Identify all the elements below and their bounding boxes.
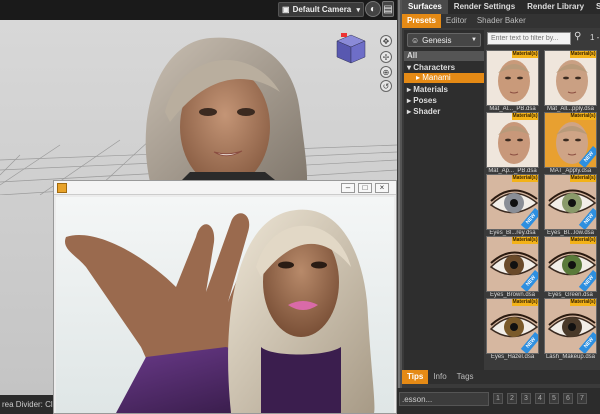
chevron-down-icon: ▾ — [356, 6, 360, 14]
preset-thumbnail[interactable]: Material(s) Mat_Ap..._PB.dsa — [486, 112, 539, 176]
lesson-select[interactable]: .esson... — [399, 392, 489, 406]
close-button[interactable]: × — [375, 183, 389, 193]
preset-thumbnail[interactable]: Material(s) NEW Eyes_Green.dsa — [544, 236, 597, 300]
material-badge: Material(s) — [512, 237, 538, 244]
maximize-button[interactable]: □ — [358, 183, 372, 193]
aux-window-titlebar[interactable]: – □ × — [54, 181, 396, 195]
figure-select[interactable]: ☺ Genesis ▼ — [407, 33, 481, 47]
tab-scene[interactable]: Scene — [590, 0, 600, 14]
camera-select[interactable]: ▣ Default Camera ▾ — [278, 2, 364, 17]
reset-view-icon[interactable]: ↺ — [380, 80, 392, 92]
view-cube[interactable] — [333, 33, 367, 65]
preset-thumbnail-image: Material(s) NEW — [486, 236, 539, 292]
preset-thumbnail[interactable]: Material(s) NEW Eyes_Bl...rey.dsa — [486, 174, 539, 238]
camera-label: Default Camera — [292, 5, 352, 14]
preset-thumbnail-image: Material(s) NEW — [544, 298, 597, 354]
bottom-tabs: Tips Info Tags — [402, 370, 600, 384]
zoom-icon[interactable]: ⊕ — [380, 66, 392, 78]
preset-thumbnail-image: Material(s) NEW — [486, 298, 539, 354]
preset-thumbnail-image: Material(s) NEW — [486, 174, 539, 230]
subtab-presets[interactable]: Presets — [402, 14, 441, 28]
lesson-step-button[interactable]: 3 — [521, 393, 531, 404]
pane-tabs: Surfaces Render Settings Render Library … — [402, 0, 600, 14]
preset-thumbnail-image: Material(s) — [544, 50, 597, 106]
preset-thumbnail-image: Material(s) — [486, 50, 539, 106]
subtab-editor[interactable]: Editor — [441, 14, 472, 28]
lesson-step-button[interactable]: 4 — [535, 393, 545, 404]
preset-label: Eyes_Hazel.dsa — [490, 354, 535, 360]
chevron-down-icon: ▼ — [471, 37, 477, 43]
figure-select-label: Genesis — [422, 35, 452, 45]
app-icon — [57, 183, 67, 193]
tab-surfaces[interactable]: Surfaces — [402, 0, 448, 14]
draw-style-icon[interactable]: ◐ — [365, 1, 381, 17]
tab-render-settings[interactable]: Render Settings — [448, 0, 521, 14]
preset-thumbnail[interactable]: Material(s) Mat_Al..._PB.dsa — [486, 50, 539, 114]
preset-label: Lash_Makeup.dsa — [545, 354, 596, 360]
filter-input[interactable] — [487, 32, 571, 45]
tab-tags[interactable]: Tags — [452, 370, 479, 384]
material-badge: Material(s) — [570, 299, 596, 306]
tab-tips[interactable]: Tips — [402, 370, 429, 384]
material-badge: Material(s) — [570, 237, 596, 244]
pan-icon[interactable]: ✢ — [380, 51, 392, 63]
category-tree: ☺ Genesis ▼ All ▾ Characters ▸ Manami ▸ … — [404, 30, 484, 370]
render-image — [56, 197, 394, 413]
lesson-strip: .esson... 1234567 — [397, 388, 600, 414]
preset-thumbnail[interactable]: Material(s) NEW MAT_Apply.dsa — [544, 112, 597, 176]
surfaces-pane: Surfaces Render Settings Render Library … — [400, 0, 600, 388]
preset-thumbnail[interactable]: Material(s) Mat_All...pply.dsa — [544, 50, 597, 114]
sub-tabs: Presets Editor Shader Baker — [402, 14, 600, 28]
preset-thumbnail-image: Material(s) NEW — [544, 112, 597, 168]
material-badge: Material(s) — [512, 113, 538, 120]
tree-item-shader[interactable]: ▸ Shader — [404, 107, 484, 117]
aux-render-window[interactable]: – □ × — [53, 180, 397, 414]
preset-thumbnail[interactable]: Material(s) NEW Eyes_Hazel.dsa — [486, 298, 539, 362]
camera-icon: ▣ — [282, 5, 290, 14]
page-indicator: 1 - — [590, 33, 600, 42]
status-text: rea Divider: Click and drag to resize — [2, 400, 53, 409]
status-bar: rea Divider: Click and drag to resize — [0, 395, 53, 414]
preset-thumbnail[interactable]: Material(s) NEW Eyes_Brown.dsa — [486, 236, 539, 300]
tree-item-characters[interactable]: ▾ Characters — [404, 63, 484, 73]
preset-thumbnail-image: Material(s) NEW — [544, 174, 597, 230]
tree-item-manami[interactable]: ▸ Manami — [404, 73, 484, 83]
lesson-step-button[interactable]: 2 — [507, 393, 517, 404]
lesson-step-button[interactable]: 5 — [549, 393, 559, 404]
search-icon[interactable]: ⚲ — [574, 32, 586, 44]
tab-info[interactable]: Info — [428, 370, 451, 384]
viewport-options-icon[interactable]: ▤ — [382, 1, 394, 17]
app-window: ▣ Default Camera ▾ ◐ ▤ ✥ ✢ ⊕ ↺ – □ × rea… — [0, 0, 600, 414]
material-badge: Material(s) — [570, 51, 596, 58]
material-badge: Material(s) — [512, 299, 538, 306]
minimize-button[interactable]: – — [341, 183, 355, 193]
preset-thumbnail[interactable]: Material(s) NEW Eyes_Bl...low.dsa — [544, 174, 597, 238]
lesson-step-button[interactable]: 7 — [577, 393, 587, 404]
material-badge: Material(s) — [512, 51, 538, 58]
tree-item-all[interactable]: All — [404, 51, 484, 61]
lesson-step-button[interactable]: 6 — [563, 393, 573, 404]
material-badge: Material(s) — [512, 175, 538, 182]
preset-thumbnail-image: Material(s) NEW — [544, 236, 597, 292]
material-badge: Material(s) — [570, 175, 596, 182]
tab-render-library[interactable]: Render Library — [521, 0, 590, 14]
preset-thumbnail[interactable]: Material(s) NEW Lash_Makeup.dsa — [544, 298, 597, 362]
tree-item-poses[interactable]: ▸ Poses — [404, 96, 484, 106]
tree-item-materials[interactable]: ▸ Materials — [404, 85, 484, 95]
orbit-icon[interactable]: ✥ — [380, 35, 392, 47]
material-badge: Material(s) — [570, 113, 596, 120]
figure-icon: ☺ — [411, 35, 420, 45]
lesson-step-button[interactable]: 1 — [493, 393, 503, 404]
figure-head-viewport[interactable] — [130, 32, 350, 192]
subtab-shader-baker[interactable]: Shader Baker — [472, 14, 531, 28]
preset-thumbnail-image: Material(s) — [486, 112, 539, 168]
preset-grid: Material(s) Mat_Al..._PB.dsa Material(s) Ma… — [486, 50, 600, 362]
